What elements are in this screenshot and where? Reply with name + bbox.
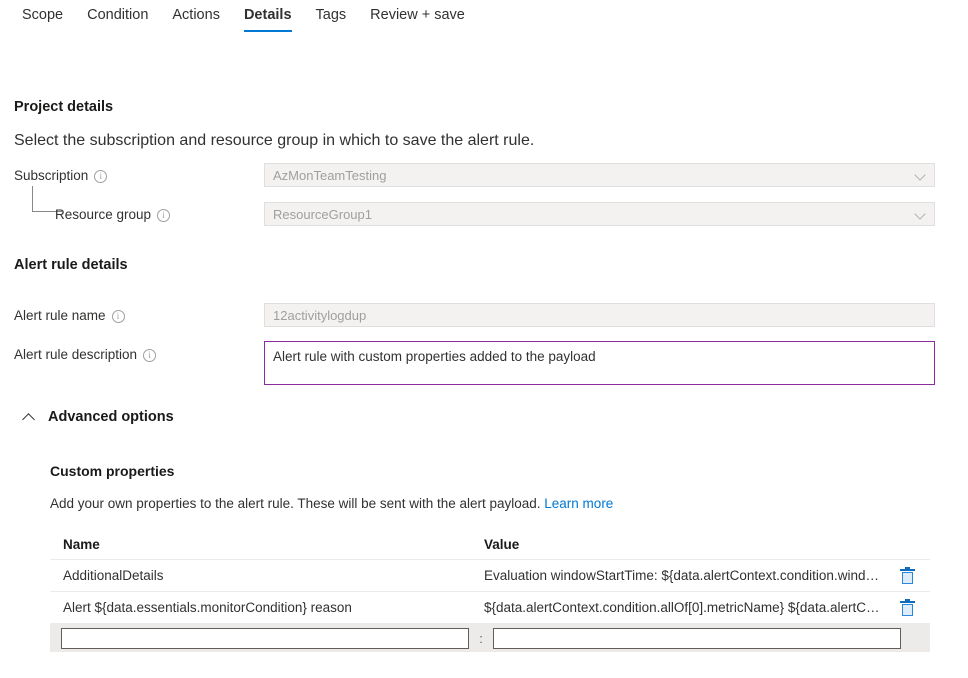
project-details-description: Select the subscription and resource gro… bbox=[14, 132, 534, 150]
column-header-value: Value bbox=[484, 537, 884, 552]
custom-properties-table: Name Value AdditionalDetails Evaluation … bbox=[50, 530, 930, 652]
tab-review-save[interactable]: Review + save bbox=[358, 0, 477, 34]
custom-properties-description: Add your own properties to the alert rul… bbox=[50, 496, 613, 511]
resource-group-label-group: Resource group bbox=[55, 206, 170, 224]
chevron-down-icon bbox=[915, 209, 926, 220]
table-row: AdditionalDetails Evaluation windowStart… bbox=[50, 560, 930, 592]
property-name: Alert ${data.essentials.monitorCondition… bbox=[50, 600, 484, 615]
property-value: ${data.alertContext.condition.allOf[0].m… bbox=[484, 600, 884, 615]
subscription-label: Subscription bbox=[14, 167, 88, 185]
alert-rule-name-label-group: Alert rule name bbox=[14, 307, 125, 325]
learn-more-link[interactable]: Learn more bbox=[544, 496, 613, 511]
alert-rule-name-field[interactable]: 12activitylogdup bbox=[264, 303, 935, 327]
subscription-row: Subscription bbox=[14, 167, 107, 185]
tab-details[interactable]: Details bbox=[232, 0, 304, 34]
custom-properties-description-text: Add your own properties to the alert rul… bbox=[50, 496, 544, 511]
info-icon[interactable] bbox=[143, 349, 156, 362]
alert-rule-description-label-group: Alert rule description bbox=[14, 346, 156, 364]
alert-rule-details-title: Alert rule details bbox=[14, 257, 128, 273]
property-value: Evaluation windowStartTime: ${data.alert… bbox=[484, 568, 884, 583]
alert-rule-description-row: Alert rule description bbox=[14, 346, 156, 364]
table-header-row: Name Value bbox=[50, 530, 930, 560]
delete-property-button[interactable] bbox=[884, 567, 930, 584]
alert-rule-description-field[interactable]: Alert rule with custom properties added … bbox=[264, 341, 935, 385]
advanced-options-label: Advanced options bbox=[48, 409, 174, 425]
subscription-dropdown[interactable]: AzMonTeamTesting bbox=[264, 163, 935, 187]
tab-actions[interactable]: Actions bbox=[160, 0, 232, 34]
new-property-row: : bbox=[50, 624, 930, 652]
alert-rule-description-label: Alert rule description bbox=[14, 346, 137, 364]
trash-icon[interactable] bbox=[900, 567, 915, 584]
resource-group-row: Resource group bbox=[55, 206, 170, 224]
advanced-options-toggle[interactable]: Advanced options bbox=[22, 409, 174, 425]
alert-rule-details-heading: Alert rule details bbox=[14, 257, 128, 273]
chevron-up-icon bbox=[22, 410, 36, 424]
subscription-value: AzMonTeamTesting bbox=[273, 168, 386, 183]
trash-icon[interactable] bbox=[900, 599, 915, 616]
new-property-value-input[interactable] bbox=[493, 628, 901, 649]
delete-property-button[interactable] bbox=[884, 599, 930, 616]
alert-rule-description-value: Alert rule with custom properties added … bbox=[273, 349, 596, 364]
custom-properties-title: Custom properties bbox=[50, 463, 174, 479]
resource-group-label: Resource group bbox=[55, 206, 151, 224]
tab-tags[interactable]: Tags bbox=[304, 0, 359, 34]
resource-group-dropdown[interactable]: ResourceGroup1 bbox=[264, 202, 935, 226]
alert-rule-name-row: Alert rule name bbox=[14, 307, 125, 325]
project-details-title: Project details bbox=[14, 99, 113, 115]
alert-rule-name-value: 12activitylogdup bbox=[273, 308, 366, 323]
table-row: Alert ${data.essentials.monitorCondition… bbox=[50, 592, 930, 624]
info-icon[interactable] bbox=[157, 209, 170, 222]
column-header-name: Name bbox=[50, 537, 484, 552]
new-property-name-input[interactable] bbox=[61, 628, 469, 649]
wizard-tab-bar: Scope Condition Actions Details Tags Rev… bbox=[0, 0, 968, 38]
tab-condition[interactable]: Condition bbox=[75, 0, 160, 34]
tab-scope[interactable]: Scope bbox=[10, 0, 75, 34]
alert-rule-name-label: Alert rule name bbox=[14, 307, 106, 325]
chevron-down-icon bbox=[915, 170, 926, 181]
resource-group-value: ResourceGroup1 bbox=[273, 207, 372, 222]
key-value-separator: : bbox=[469, 631, 493, 646]
subscription-label-group: Subscription bbox=[14, 167, 107, 185]
property-name: AdditionalDetails bbox=[50, 568, 484, 583]
info-icon[interactable] bbox=[112, 310, 125, 323]
project-details-heading: Project details bbox=[14, 99, 113, 115]
info-icon[interactable] bbox=[94, 170, 107, 183]
